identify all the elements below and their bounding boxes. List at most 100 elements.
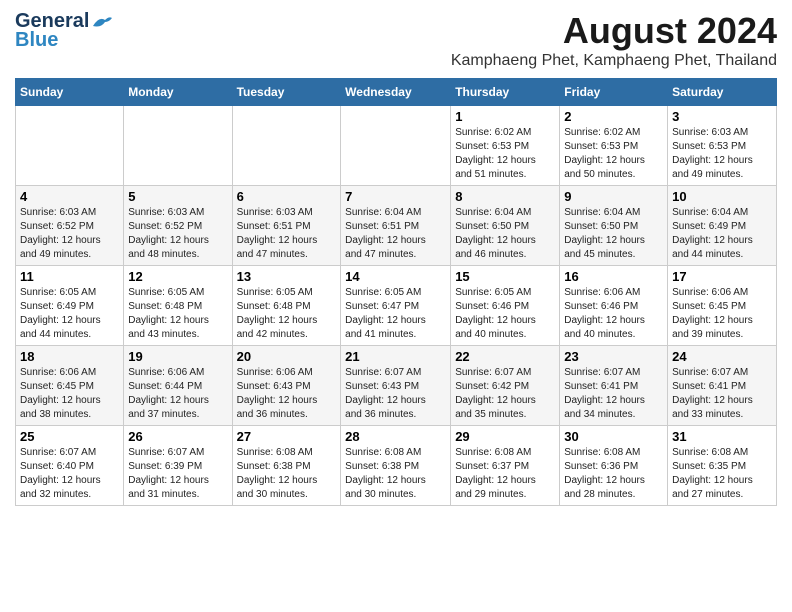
- calendar-day-cell: 26 Sunrise: 6:07 AM Sunset: 6:39 PM Dayli…: [124, 426, 232, 506]
- day-number: 22: [455, 349, 555, 364]
- day-number: 5: [128, 189, 227, 204]
- day-info: Sunrise: 6:08 AM Sunset: 6:37 PM Dayligh…: [455, 446, 555, 502]
- day-number: 7: [345, 189, 446, 204]
- day-info: Sunrise: 6:03 AM Sunset: 6:52 PM Dayligh…: [20, 206, 119, 262]
- empty-cell: [124, 106, 232, 186]
- subtitle: Kamphaeng Phet, Kamphaeng Phet, Thailand: [451, 52, 777, 70]
- day-info: Sunrise: 6:05 AM Sunset: 6:46 PM Dayligh…: [455, 286, 555, 342]
- day-info: Sunrise: 6:06 AM Sunset: 6:44 PM Dayligh…: [128, 366, 227, 422]
- day-info: Sunrise: 6:07 AM Sunset: 6:41 PM Dayligh…: [564, 366, 663, 422]
- day-number: 21: [345, 349, 446, 364]
- day-number: 8: [455, 189, 555, 204]
- day-info: Sunrise: 6:03 AM Sunset: 6:51 PM Dayligh…: [237, 206, 337, 262]
- calendar-day-cell: 3Sunrise: 6:03 AM Sunset: 6:53 PM Daylig…: [668, 106, 777, 186]
- day-number: 28: [345, 429, 446, 444]
- day-number: 9: [564, 189, 663, 204]
- day-number: 31: [672, 429, 772, 444]
- day-info: Sunrise: 6:06 AM Sunset: 6:43 PM Dayligh…: [237, 366, 337, 422]
- day-info: Sunrise: 6:05 AM Sunset: 6:49 PM Dayligh…: [20, 286, 119, 342]
- day-number: 2: [564, 109, 663, 124]
- title-section: August 2024 Kamphaeng Phet, Kamphaeng Ph…: [451, 10, 777, 70]
- day-info: Sunrise: 6:05 AM Sunset: 6:48 PM Dayligh…: [128, 286, 227, 342]
- day-info: Sunrise: 6:05 AM Sunset: 6:48 PM Dayligh…: [237, 286, 337, 342]
- day-info: Sunrise: 6:08 AM Sunset: 6:38 PM Dayligh…: [237, 446, 337, 502]
- day-info: Sunrise: 6:06 AM Sunset: 6:46 PM Dayligh…: [564, 286, 663, 342]
- calendar-day-cell: 23 Sunrise: 6:07 AM Sunset: 6:41 PM Dayli…: [560, 346, 668, 426]
- calendar-week-row: 4 Sunrise: 6:03 AM Sunset: 6:52 PM Daylig…: [16, 186, 777, 266]
- calendar-day-cell: 31 Sunrise: 6:08 AM Sunset: 6:35 PM Dayli…: [668, 426, 777, 506]
- weekday-header-monday: Monday: [124, 79, 232, 106]
- weekday-header-sunday: Sunday: [16, 79, 124, 106]
- calendar-week-row: 11 Sunrise: 6:05 AM Sunset: 6:49 PM Dayli…: [16, 266, 777, 346]
- calendar-day-cell: 7 Sunrise: 6:04 AM Sunset: 6:51 PM Daylig…: [341, 186, 451, 266]
- logo-bird-icon: [91, 14, 113, 30]
- weekday-header-thursday: Thursday: [451, 79, 560, 106]
- day-number: 14: [345, 269, 446, 284]
- day-number: 10: [672, 189, 772, 204]
- weekday-header-tuesday: Tuesday: [232, 79, 341, 106]
- calendar-day-cell: 22 Sunrise: 6:07 AM Sunset: 6:42 PM Dayli…: [451, 346, 560, 426]
- calendar-week-row: 25Sunrise: 6:07 AM Sunset: 6:40 PM Dayli…: [16, 426, 777, 506]
- calendar-day-cell: 5Sunrise: 6:03 AM Sunset: 6:52 PM Daylig…: [124, 186, 232, 266]
- day-info: Sunrise: 6:04 AM Sunset: 6:50 PM Dayligh…: [564, 206, 663, 262]
- calendar-day-cell: 4 Sunrise: 6:03 AM Sunset: 6:52 PM Daylig…: [16, 186, 124, 266]
- day-number: 11: [20, 269, 119, 284]
- calendar-day-cell: 17 Sunrise: 6:06 AM Sunset: 6:45 PM Dayli…: [668, 266, 777, 346]
- day-info: Sunrise: 6:06 AM Sunset: 6:45 PM Dayligh…: [672, 286, 772, 342]
- day-info: Sunrise: 6:06 AM Sunset: 6:45 PM Dayligh…: [20, 366, 119, 422]
- calendar-day-cell: 8 Sunrise: 6:04 AM Sunset: 6:50 PM Daylig…: [451, 186, 560, 266]
- calendar-day-cell: 24 Sunrise: 6:07 AM Sunset: 6:41 PM Dayli…: [668, 346, 777, 426]
- day-info: Sunrise: 6:07 AM Sunset: 6:40 PM Dayligh…: [20, 446, 119, 502]
- day-info: Sunrise: 6:07 AM Sunset: 6:41 PM Dayligh…: [672, 366, 772, 422]
- day-number: 15: [455, 269, 555, 284]
- calendar-day-cell: 2 Sunrise: 6:02 AM Sunset: 6:53 PM Daylig…: [560, 106, 668, 186]
- day-number: 24: [672, 349, 772, 364]
- day-number: 19: [128, 349, 227, 364]
- calendar-day-cell: 28 Sunrise: 6:08 AM Sunset: 6:38 PM Dayli…: [341, 426, 451, 506]
- day-number: 26: [128, 429, 227, 444]
- calendar-day-cell: 12 Sunrise: 6:05 AM Sunset: 6:48 PM Dayli…: [124, 266, 232, 346]
- calendar-day-cell: 27Sunrise: 6:08 AM Sunset: 6:38 PM Dayli…: [232, 426, 341, 506]
- day-info: Sunrise: 6:07 AM Sunset: 6:43 PM Dayligh…: [345, 366, 446, 422]
- header: General Blue August 2024 Kamphaeng Phet,…: [15, 10, 777, 70]
- day-number: 3: [672, 109, 772, 124]
- day-number: 1: [455, 109, 555, 124]
- calendar-day-cell: 16Sunrise: 6:06 AM Sunset: 6:46 PM Dayli…: [560, 266, 668, 346]
- calendar-day-cell: 15 Sunrise: 6:05 AM Sunset: 6:46 PM Dayli…: [451, 266, 560, 346]
- weekday-header-wednesday: Wednesday: [341, 79, 451, 106]
- weekday-header-friday: Friday: [560, 79, 668, 106]
- day-info: Sunrise: 6:07 AM Sunset: 6:39 PM Dayligh…: [128, 446, 227, 502]
- calendar-day-cell: 1 Sunrise: 6:02 AM Sunset: 6:53 PM Daylig…: [451, 106, 560, 186]
- empty-cell: [341, 106, 451, 186]
- calendar-day-cell: 30Sunrise: 6:08 AM Sunset: 6:36 PM Dayli…: [560, 426, 668, 506]
- logo-blue: Blue: [15, 29, 58, 52]
- day-info: Sunrise: 6:02 AM Sunset: 6:53 PM Dayligh…: [455, 126, 555, 182]
- calendar-day-cell: 6Sunrise: 6:03 AM Sunset: 6:51 PM Daylig…: [232, 186, 341, 266]
- calendar-day-cell: 10 Sunrise: 6:04 AM Sunset: 6:49 PM Dayli…: [668, 186, 777, 266]
- day-info: Sunrise: 6:08 AM Sunset: 6:38 PM Dayligh…: [345, 446, 446, 502]
- weekday-header-row: SundayMondayTuesdayWednesdayThursdayFrid…: [16, 79, 777, 106]
- calendar-day-cell: 20Sunrise: 6:06 AM Sunset: 6:43 PM Dayli…: [232, 346, 341, 426]
- day-info: Sunrise: 6:04 AM Sunset: 6:49 PM Dayligh…: [672, 206, 772, 262]
- day-info: Sunrise: 6:04 AM Sunset: 6:51 PM Dayligh…: [345, 206, 446, 262]
- calendar-day-cell: 25Sunrise: 6:07 AM Sunset: 6:40 PM Dayli…: [16, 426, 124, 506]
- logo: General Blue: [15, 10, 113, 52]
- weekday-header-saturday: Saturday: [668, 79, 777, 106]
- day-number: 29: [455, 429, 555, 444]
- day-number: 17: [672, 269, 772, 284]
- day-number: 12: [128, 269, 227, 284]
- calendar-day-cell: 19 Sunrise: 6:06 AM Sunset: 6:44 PM Dayli…: [124, 346, 232, 426]
- calendar-week-row: 18Sunrise: 6:06 AM Sunset: 6:45 PM Dayli…: [16, 346, 777, 426]
- day-number: 13: [237, 269, 337, 284]
- day-number: 4: [20, 189, 119, 204]
- main-title: August 2024: [451, 10, 777, 52]
- day-info: Sunrise: 6:04 AM Sunset: 6:50 PM Dayligh…: [455, 206, 555, 262]
- day-info: Sunrise: 6:08 AM Sunset: 6:36 PM Dayligh…: [564, 446, 663, 502]
- calendar-table: SundayMondayTuesdayWednesdayThursdayFrid…: [15, 78, 777, 506]
- day-info: Sunrise: 6:02 AM Sunset: 6:53 PM Dayligh…: [564, 126, 663, 182]
- day-info: Sunrise: 6:07 AM Sunset: 6:42 PM Dayligh…: [455, 366, 555, 422]
- empty-cell: [232, 106, 341, 186]
- day-info: Sunrise: 6:08 AM Sunset: 6:35 PM Dayligh…: [672, 446, 772, 502]
- calendar-day-cell: 11 Sunrise: 6:05 AM Sunset: 6:49 PM Dayli…: [16, 266, 124, 346]
- day-number: 23: [564, 349, 663, 364]
